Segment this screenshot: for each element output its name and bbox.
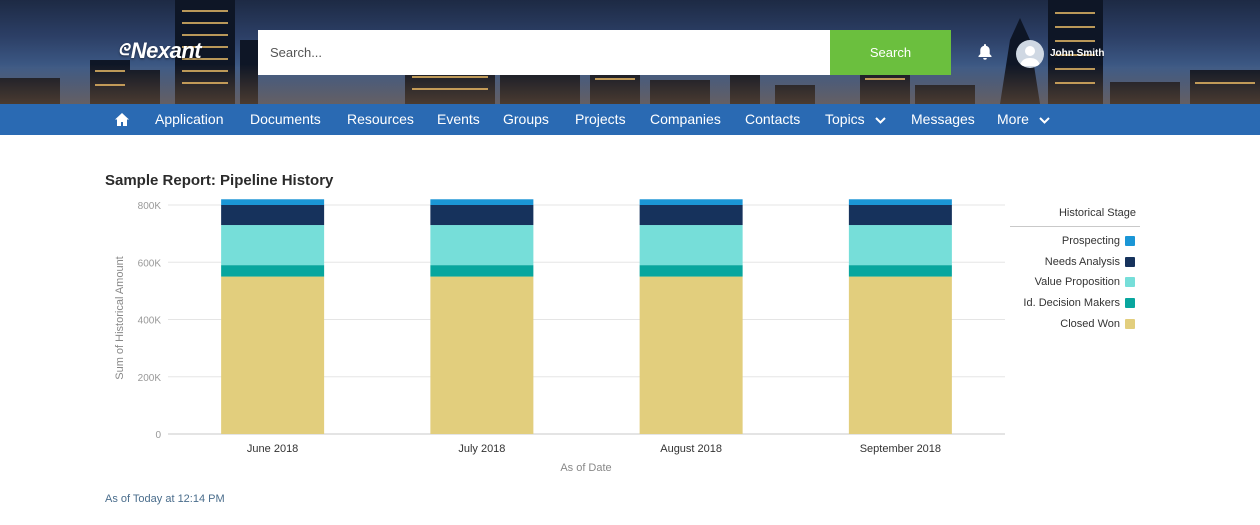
y-axis-label: Sum of Historical Amount <box>114 256 126 380</box>
legend-label: Needs Analysis <box>1044 255 1120 268</box>
bar-segment[interactable] <box>430 199 534 205</box>
bar-segment[interactable] <box>848 199 952 205</box>
x-tick-label: July 2018 <box>458 443 505 455</box>
report-timestamp: As of Today at 12:14 PM <box>105 493 225 505</box>
bar-segment[interactable] <box>639 199 743 205</box>
y-tick-label: 0 <box>155 430 161 441</box>
bar-segment[interactable] <box>221 199 325 205</box>
stacked-bar-chart: 0 200K 400K 600K 800K June 2018 July 2018 Augu… <box>114 199 1005 474</box>
y-tick-labels: 0 200K 400K 600K 800K <box>138 201 162 441</box>
legend-item-needs-analysis[interactable]: Needs Analysis <box>1010 252 1140 273</box>
bar-segment[interactable] <box>430 276 534 434</box>
y-tick-label: 800K <box>138 201 162 212</box>
bar-segment[interactable] <box>639 225 743 266</box>
chart-legend: Historical Stage Prospecting Needs Analy… <box>1010 205 1140 334</box>
legend-swatch <box>1125 318 1135 329</box>
legend-swatch <box>1125 256 1135 267</box>
bar-segment[interactable] <box>848 265 952 277</box>
bar-segment[interactable] <box>221 276 325 434</box>
bar-segment[interactable] <box>639 276 743 434</box>
bar-segment[interactable] <box>430 205 534 226</box>
bar-segment[interactable] <box>848 205 952 226</box>
x-axis-label: As of Date <box>560 462 611 474</box>
avatar[interactable] <box>1016 40 1044 68</box>
legend-label: Value Proposition <box>1034 276 1120 289</box>
bar-segment[interactable] <box>430 225 534 266</box>
legend-label: Prospecting <box>1061 235 1120 247</box>
legend-swatch <box>1125 277 1135 288</box>
x-tick-labels: June 2018 July 2018 August 2018 September 2… <box>247 443 941 455</box>
x-tick-label: September 2018 <box>860 443 941 455</box>
legend-title: Historical Stage <box>1010 205 1140 227</box>
user-icon <box>1020 46 1040 66</box>
y-tick-label: 200K <box>138 373 162 384</box>
legend-swatch <box>1125 298 1135 309</box>
legend-label: Id. Decision Makers <box>1023 297 1120 310</box>
legend-item-prospecting[interactable]: Prospecting <box>1010 231 1140 252</box>
legend-item-value-proposition[interactable]: Value Proposition <box>1010 272 1140 293</box>
y-tick-label: 400K <box>138 316 162 327</box>
legend-item-closed-won[interactable]: Closed Won <box>1010 314 1140 335</box>
bar-segment[interactable] <box>221 265 325 277</box>
bar-segment[interactable] <box>639 205 743 226</box>
bar-segment[interactable] <box>221 225 325 266</box>
x-tick-label: June 2018 <box>247 443 298 455</box>
user-name[interactable]: John Smith <box>1050 48 1104 59</box>
bars <box>221 199 952 434</box>
legend-item-id-decision-makers[interactable]: Id. Decision Makers <box>1010 293 1140 314</box>
chevron-down-icon <box>1039 117 1050 124</box>
y-tick-label: 600K <box>138 258 162 269</box>
bar-segment[interactable] <box>639 265 743 277</box>
legend-swatch <box>1125 236 1135 246</box>
bar-segment[interactable] <box>848 225 952 266</box>
bar-segment[interactable] <box>430 265 534 277</box>
bar-segment[interactable] <box>848 276 952 434</box>
legend-label: Closed Won <box>1060 317 1120 330</box>
bar-segment[interactable] <box>221 205 325 226</box>
x-tick-label: August 2018 <box>660 443 722 455</box>
